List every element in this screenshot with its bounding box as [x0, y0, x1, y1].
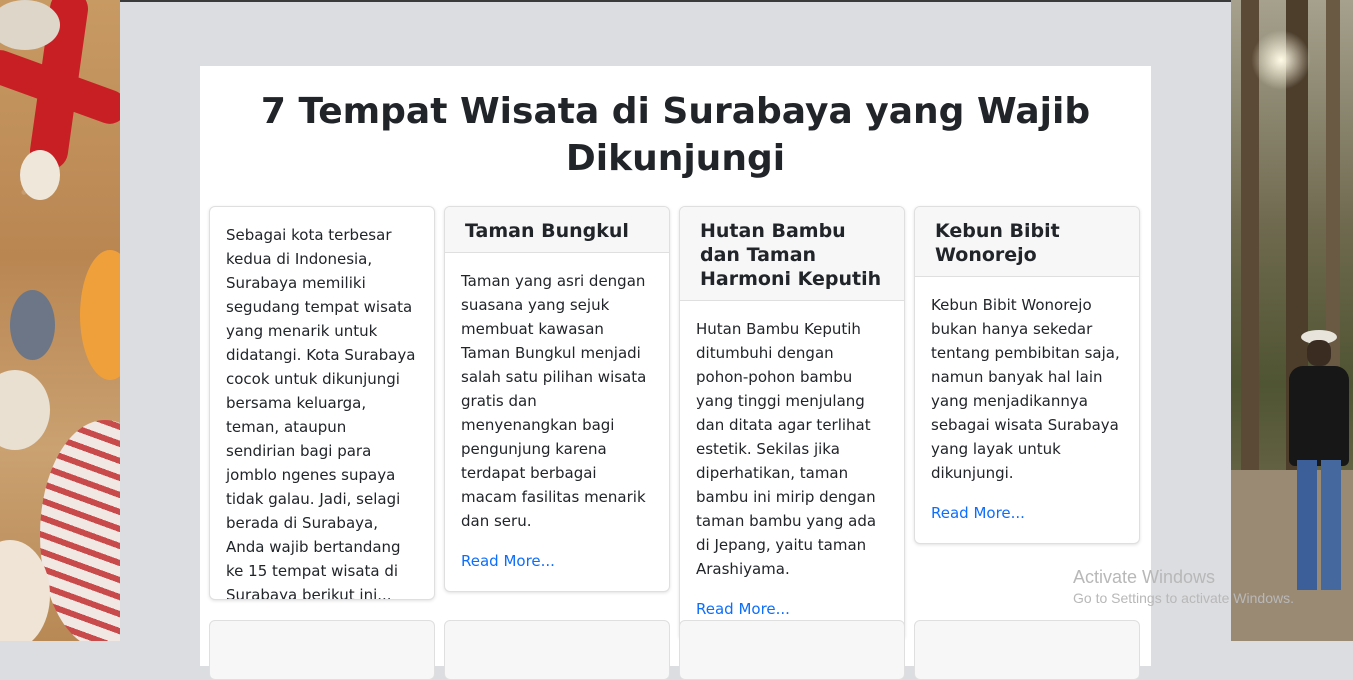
walking-person: [1283, 330, 1349, 600]
card-text: Kebun Bibit Wonorejo bukan hanya sekedar…: [931, 296, 1120, 482]
watermark-title: Activate Windows: [1073, 567, 1216, 587]
shell-shape-5: [0, 370, 50, 450]
card-kebun-bibit: Kebun Bibit Wonorejo Kebun Bibit Wonorej…: [914, 206, 1140, 544]
next-row-card: [444, 620, 670, 680]
card-body: Hutan Bambu Keputih ditumbuhi dengan poh…: [680, 301, 904, 639]
card-text: Taman yang asri dengan suasana yang seju…: [461, 272, 647, 530]
read-more-link[interactable]: Read More...: [461, 549, 653, 573]
next-row-card: [914, 620, 1140, 680]
shell-shape-6: [40, 420, 120, 641]
card-body: Taman yang asri dengan suasana yang seju…: [445, 253, 669, 591]
card-title: Kebun Bibit Wonorejo: [915, 207, 1139, 277]
intro-text: Sebagai kota terbesar kedua di Indonesia…: [226, 226, 416, 600]
forest-background-image: [1231, 0, 1353, 641]
intro-card: Sebagai kota terbesar kedua di Indonesia…: [209, 206, 435, 600]
read-more-link[interactable]: Read More...: [696, 597, 888, 621]
activate-windows-watermark: Activate Windows Go to Settings to activ…: [1073, 566, 1294, 608]
card-hutan-bambu: Hutan Bambu dan Taman Harmoni Keputih Hu…: [679, 206, 905, 640]
main-content: 7 Tempat Wisata di Surabaya yang Wajib D…: [200, 66, 1151, 680]
beach-background-image: [0, 0, 120, 641]
page-title: 7 Tempat Wisata di Surabaya yang Wajib D…: [260, 91, 1091, 179]
top-border: [0, 0, 1353, 2]
read-more-link[interactable]: Read More...: [931, 501, 1123, 525]
shell-shape-3: [80, 250, 120, 380]
sunlight-glow: [1251, 30, 1311, 90]
card-body: Kebun Bibit Wonorejo bukan hanya sekedar…: [915, 277, 1139, 543]
card-title: Taman Bungkul: [445, 207, 669, 253]
next-row-card: [209, 620, 435, 680]
shell-shape-4: [10, 290, 55, 360]
watermark-subtitle: Go to Settings to activate Windows.: [1073, 590, 1294, 606]
intro-card-body: Sebagai kota terbesar kedua di Indonesia…: [210, 207, 434, 600]
next-row-card: [679, 620, 905, 680]
shell-shape-2: [20, 150, 60, 200]
card-title: Hutan Bambu dan Taman Harmoni Keputih: [680, 207, 904, 301]
card-text: Hutan Bambu Keputih ditumbuhi dengan poh…: [696, 320, 877, 578]
card-taman-bungkul: Taman Bungkul Taman yang asri dengan sua…: [444, 206, 670, 592]
